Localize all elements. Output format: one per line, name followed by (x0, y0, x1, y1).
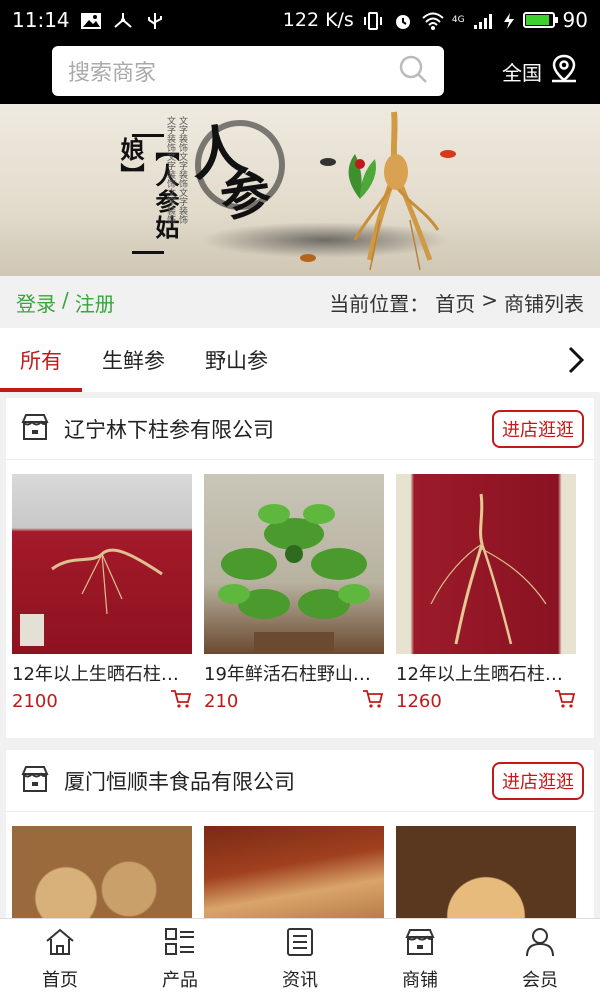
shop-header: 辽宁林下柱参有限公司 进店逛逛 (6, 398, 594, 460)
product-card[interactable]: 12年以上生晒石柱参... 2100 (12, 474, 192, 716)
product-card[interactable] (12, 826, 192, 918)
product-card[interactable]: 19年鲜活石柱野山参... 210 (204, 474, 384, 716)
breadcrumb: 当前位置： 首页 > 商铺列表 (329, 288, 584, 317)
status-time: 11:14 (12, 8, 70, 32)
visit-shop-button[interactable]: 进店逛逛 (492, 761, 584, 800)
alarm-icon (392, 11, 414, 29)
bottom-nav: 首页 产品 资讯 商铺 会员 (0, 918, 600, 1000)
banner-calligraphy-2: 参 (216, 162, 275, 229)
news-icon (284, 927, 316, 962)
product-image (396, 474, 576, 654)
product-image (204, 826, 384, 918)
chevron-right-icon[interactable] (564, 346, 588, 374)
image-icon (80, 11, 102, 29)
shop-name[interactable]: 辽宁林下柱参有限公司 (64, 414, 492, 444)
breadcrumb-current: 商铺列表 (504, 291, 584, 316)
auth-links: 登录 / 注册 (16, 288, 115, 317)
nav-products[interactable]: 产品 (120, 919, 240, 1000)
banner-script-text: 文字装饰文字装饰文字装饰 (177, 116, 187, 224)
vibrate-icon (362, 11, 384, 30)
banner-script-text-2: 文字装饰文字装饰文字装饰 (165, 116, 175, 224)
nav-news[interactable]: 资讯 (240, 919, 360, 1000)
search-icon[interactable] (398, 54, 428, 88)
tab-label: 所有 (20, 349, 62, 373)
product-card[interactable] (204, 826, 384, 918)
network-speed: 122 K/s (282, 9, 354, 31)
signal-icon (473, 11, 495, 29)
nav-shops[interactable]: 商铺 (360, 919, 480, 1000)
breadcrumb-home[interactable]: 首页 (435, 288, 475, 317)
breadcrumb-arrow: > (481, 287, 498, 312)
product-name: 19年鲜活石柱野山参... (204, 664, 384, 685)
product-name: 12年以上生晒石柱参... (396, 664, 576, 685)
store-icon (20, 764, 50, 798)
nav-label: 产品 (162, 970, 198, 991)
fish-decoration (440, 150, 456, 158)
shop-card: 厦门恒顺丰食品有限公司 进店逛逛 (6, 750, 594, 918)
store-icon (20, 412, 50, 446)
region-label: 全国 (502, 61, 542, 85)
search-input[interactable]: 搜索商家 (52, 46, 444, 96)
usb-icon (144, 11, 166, 29)
nav-home[interactable]: 首页 (0, 919, 120, 1000)
nav-label: 会员 (522, 970, 558, 991)
nav-label: 首页 (42, 970, 78, 991)
location-icon (550, 54, 578, 89)
tab-all[interactable]: 所有 (0, 328, 82, 392)
app-header: 搜索商家 全国 (0, 40, 600, 104)
auth-separator: / (62, 287, 69, 312)
hero-banner[interactable]: 【人参姑娘】 人 参 文字装饰文字装饰文字装饰 文字装饰文字装饰文字装饰 (0, 104, 600, 276)
product-image (12, 474, 192, 654)
product-card[interactable] (396, 826, 576, 918)
cart-icon[interactable] (170, 689, 192, 713)
tab-label: 生鲜参 (102, 349, 165, 373)
product-card[interactable]: 12年以上生晒石柱参... 1260 (396, 474, 576, 716)
battery-fill (525, 15, 549, 25)
usb-share-icon (112, 11, 134, 29)
banner-title-frame: 【人参姑娘】 (116, 134, 179, 254)
cart-icon[interactable] (554, 689, 576, 713)
network-type: 4G (451, 15, 465, 25)
leaf-decoration (348, 154, 376, 199)
tab-label: 野山参 (205, 349, 268, 373)
charging-icon (503, 11, 515, 29)
product-price: 2100 (12, 690, 58, 712)
cart-icon[interactable] (362, 689, 384, 713)
region-selector[interactable]: 全国 (502, 54, 578, 89)
status-bar: 11:14 122 K/s 4G 90 (0, 0, 600, 40)
nav-member[interactable]: 会员 (480, 919, 600, 1000)
battery-icon (522, 12, 558, 28)
shop-name[interactable]: 厦门恒顺丰食品有限公司 (64, 766, 492, 796)
list-icon (164, 927, 196, 962)
nav-label: 资讯 (282, 970, 318, 991)
battery-level: 90 (562, 8, 588, 32)
product-name: 12年以上生晒石柱参... (12, 664, 192, 685)
breadcrumb-bar: 登录 / 注册 当前位置： 首页 > 商铺列表 (0, 276, 600, 328)
search-placeholder: 搜索商家 (68, 61, 157, 86)
store-icon (404, 927, 436, 962)
tab-wild-ginseng[interactable]: 野山参 (185, 328, 288, 392)
product-list: 12年以上生晒石柱参... 2100 19年鲜活石柱野山参... 210 12年… (6, 460, 594, 716)
nav-label: 商铺 (402, 970, 438, 991)
wifi-icon (422, 11, 444, 30)
tab-fresh-ginseng[interactable]: 生鲜参 (82, 328, 185, 392)
visit-shop-button[interactable]: 进店逛逛 (492, 409, 584, 448)
register-link[interactable]: 注册 (75, 288, 115, 317)
fish-decoration (320, 158, 336, 166)
product-price: 1260 (396, 690, 442, 712)
product-image (204, 474, 384, 654)
breadcrumb-prefix: 当前位置： (329, 291, 430, 316)
category-tabs: 所有 生鲜参 野山参 (0, 328, 600, 392)
fish-decoration (300, 254, 316, 262)
shop-header: 厦门恒顺丰食品有限公司 进店逛逛 (6, 750, 594, 812)
home-icon (44, 927, 76, 962)
product-image (12, 826, 192, 918)
product-image (396, 826, 576, 918)
product-price: 210 (204, 690, 239, 712)
login-link[interactable]: 登录 (16, 288, 56, 317)
user-icon (524, 927, 556, 962)
product-list (6, 812, 594, 918)
shop-card: 辽宁林下柱参有限公司 进店逛逛 12年以上生晒石柱参... 2100 19年鲜活… (6, 398, 594, 738)
